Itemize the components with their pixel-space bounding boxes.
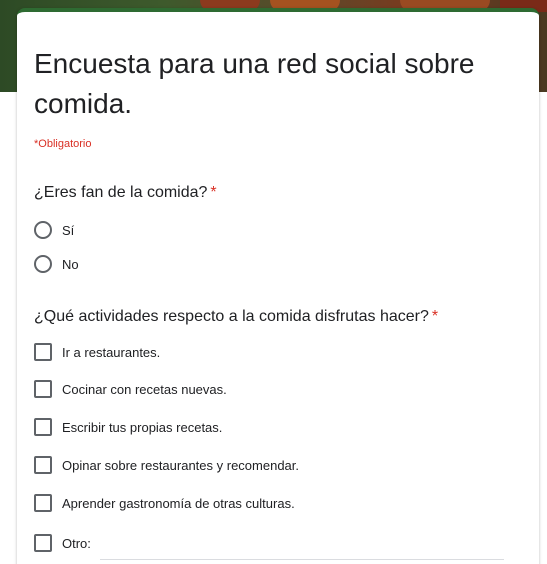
option-label: No — [62, 256, 79, 272]
checkbox-option-gastronomia[interactable]: Aprender gastronomía de otras culturas. — [34, 493, 295, 513]
radio-option-no[interactable]: No — [34, 254, 79, 274]
radio-option-si[interactable]: Sí — [34, 220, 74, 240]
checkbox[interactable] — [34, 418, 52, 436]
checkbox[interactable] — [34, 380, 52, 398]
option-label: Otro: — [62, 535, 91, 551]
question-label: ¿Qué actividades respecto a la comida di… — [34, 308, 429, 325]
option-label: Cocinar con recetas nuevas. — [62, 381, 227, 397]
checkbox[interactable] — [34, 343, 52, 361]
form-card: Encuesta para una red social sobre comid… — [17, 8, 539, 564]
checkbox-option-cocinar[interactable]: Cocinar con recetas nuevas. — [34, 379, 227, 399]
option-label: Opinar sobre restaurantes y recomendar. — [62, 457, 300, 473]
option-label: Aprender gastronomía de otras culturas. — [62, 495, 295, 511]
option-label: Escribir tus propias recetas. — [62, 419, 223, 435]
required-note: *Obligatorio — [34, 138, 92, 150]
option-label: Sí — [62, 222, 75, 238]
checkbox[interactable] — [34, 534, 52, 552]
form-title: Encuesta para una red social sobre comid… — [34, 48, 475, 119]
required-asterisk: * — [431, 308, 439, 325]
required-asterisk: * — [210, 184, 217, 201]
other-text-input[interactable] — [100, 559, 504, 560]
checkbox-option-opinar[interactable]: Opinar sobre restaurantes y recomendar. — [34, 455, 299, 475]
radio-button[interactable] — [34, 255, 52, 273]
option-label: Ir a restaurantes. — [62, 344, 161, 360]
question-fan-de-comida: ¿Eres fan de la comida? * — [34, 184, 217, 202]
checkbox[interactable] — [34, 494, 52, 512]
checkbox-option-otro[interactable]: Otro: — [34, 533, 91, 553]
checkbox-option-restaurantes[interactable]: Ir a restaurantes. — [34, 342, 160, 362]
checkbox-option-escribir-recetas[interactable]: Escribir tus propias recetas. — [34, 417, 222, 437]
radio-button[interactable] — [34, 221, 52, 239]
checkbox[interactable] — [34, 456, 52, 474]
question-actividades: ¿Qué actividades respecto a la comida di… — [34, 308, 438, 326]
question-label: ¿Eres fan de la comida? — [34, 184, 208, 201]
